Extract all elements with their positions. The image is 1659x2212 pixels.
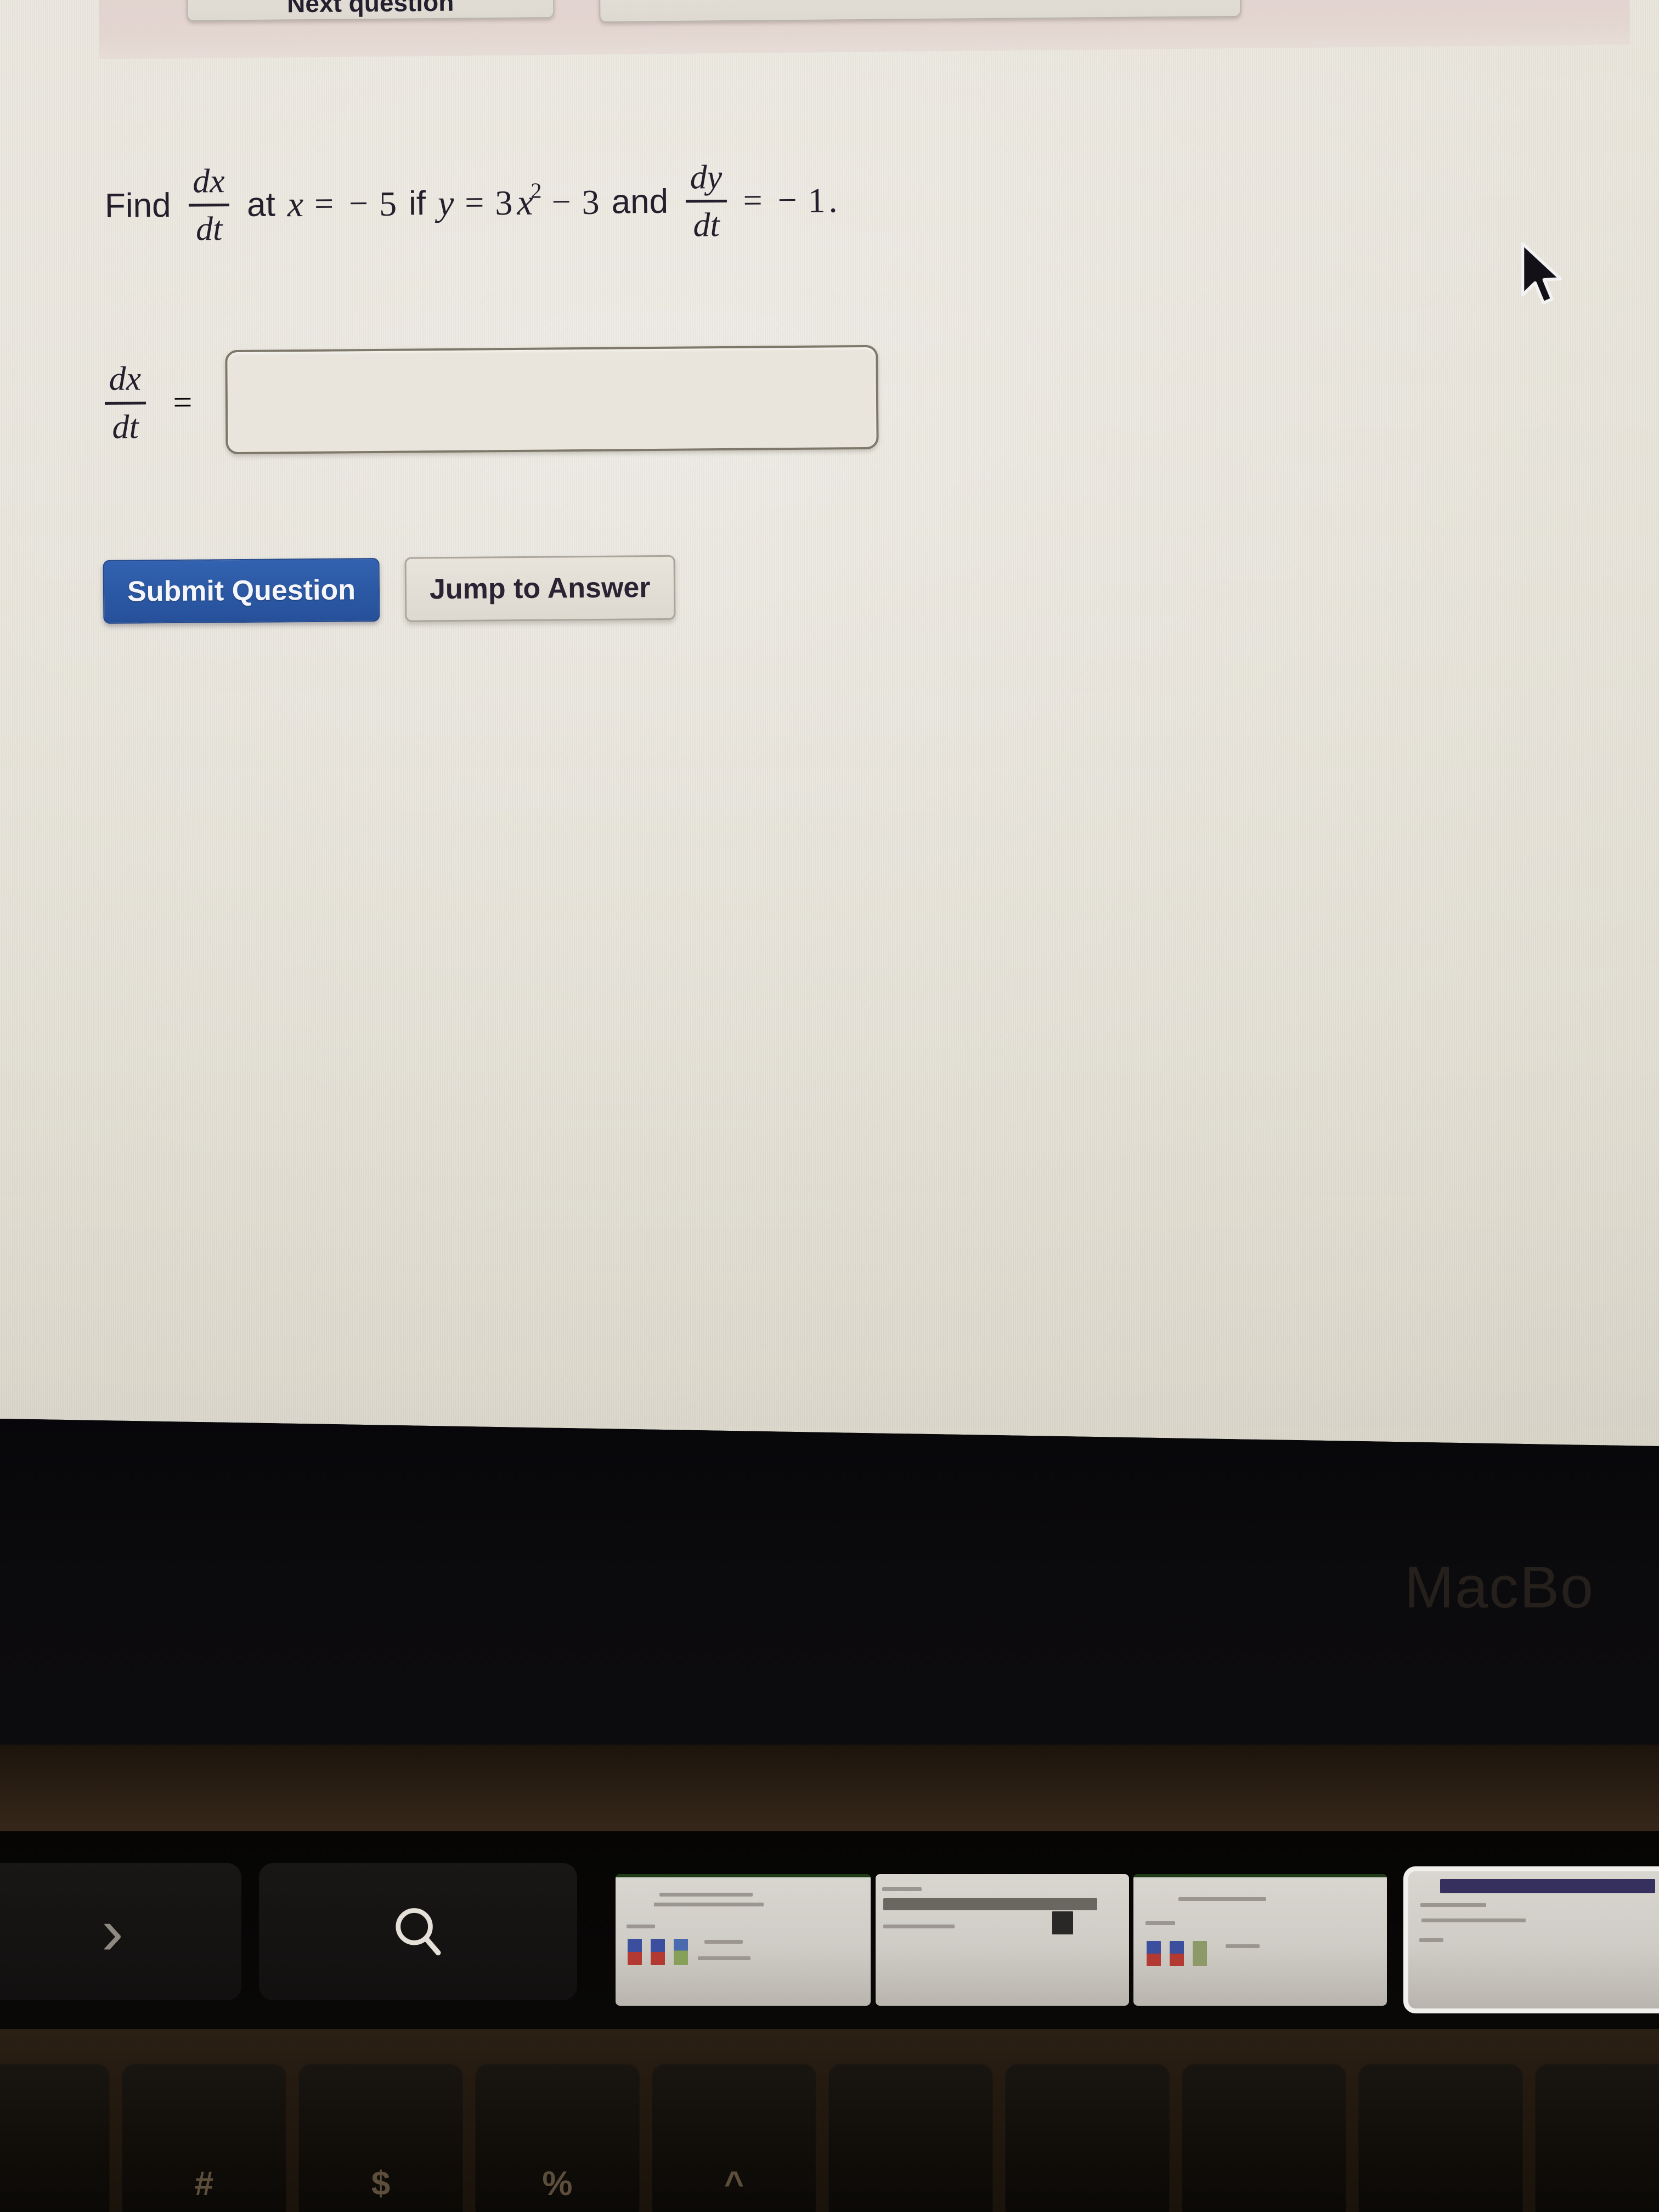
laptop-keyboard[interactable]: # $ % ^ <box>0 2029 1659 2212</box>
key-partial-11[interactable] <box>1535 2063 1659 2212</box>
dy-denominator: dt <box>693 206 720 244</box>
at-label: at <box>246 185 276 224</box>
touchbar-thumbnail[interactable] <box>1133 1874 1387 2006</box>
equals-sign: = <box>314 185 334 223</box>
fraction-numerator: dx <box>192 162 225 200</box>
minus-sign: − <box>348 185 369 223</box>
dy-dt-fraction: dy dt <box>685 159 727 244</box>
answer-row: dx dt = <box>95 345 879 455</box>
question-statement: Find dx dt at x = − 5 if y = 3 x 2 − 3 a… <box>95 159 841 248</box>
answer-input[interactable] <box>224 345 879 455</box>
fraction-denominator: dt <box>195 210 223 249</box>
dy-equals-sign: = <box>743 182 763 220</box>
touchbar-thumbnail[interactable] <box>876 1874 1129 2006</box>
magnifier-glyph <box>396 1908 441 1956</box>
key-partial-7[interactable] <box>828 2063 993 2212</box>
if-label: if <box>408 184 426 223</box>
dy-value: 1 <box>808 180 826 220</box>
coefficient: 3 <box>495 183 513 223</box>
jump-to-answer-label: Jump to Answer <box>429 572 651 606</box>
y-constant: 3 <box>582 182 600 222</box>
y-equals-sign: = <box>465 184 484 222</box>
key-4[interactable]: $ <box>298 2063 463 2212</box>
dy-minus-sign: − <box>777 182 797 219</box>
submit-question-label: Submit Question <box>127 574 356 608</box>
key-3[interactable]: # <box>122 2063 286 2212</box>
answer-dx-dt-fraction: dx dt <box>104 360 146 446</box>
touchbar-thumbnail-active[interactable] <box>1403 1866 1659 2013</box>
thumbnail-accent <box>616 1874 871 1877</box>
search-icon[interactable] <box>259 1863 577 2000</box>
answer-equals-sign: = <box>173 383 193 421</box>
dx-dt-fraction: dx dt <box>188 162 230 249</box>
find-label: Find <box>104 187 171 225</box>
question-content: Find dx dt at x = − 5 if y = 3 x 2 − 3 a… <box>0 0 1659 1426</box>
key-partial-left[interactable] <box>0 2063 110 2212</box>
jump-to-answer-button[interactable]: Jump to Answer <box>404 555 676 622</box>
and-label: and <box>611 183 669 222</box>
key-4-symbol: $ <box>371 2165 391 2203</box>
y-minus-sign: − <box>551 183 571 221</box>
key-3-symbol: # <box>194 2165 214 2203</box>
key-partial-9[interactable] <box>1182 2063 1346 2212</box>
touch-bar[interactable]: › <box>0 1831 1659 2029</box>
thumbnail-accent <box>1133 1874 1387 1877</box>
mouse-pointer-icon <box>1521 242 1562 304</box>
y-exponent: 2 <box>531 178 542 204</box>
key-partial-10[interactable] <box>1358 2063 1523 2212</box>
key-6-symbol: ^ <box>724 2165 744 2203</box>
action-buttons: Submit Question Jump to Answer <box>103 555 676 624</box>
fraction-bar <box>188 204 230 207</box>
variable-x: x <box>287 184 304 225</box>
x-value: 5 <box>379 184 397 223</box>
period: . <box>828 180 838 220</box>
answer-fraction-bar <box>104 401 146 405</box>
dy-fraction-bar <box>686 200 727 204</box>
screenshot-root: Next question Find dx dt at x = − 5 if y… <box>0 0 1659 2212</box>
key-partial-8[interactable] <box>1005 2063 1170 2212</box>
submit-question-button[interactable]: Submit Question <box>103 558 380 624</box>
key-6[interactable]: ^ <box>652 2063 816 2212</box>
answer-fraction-denominator: dt <box>112 408 139 446</box>
variable-y: y <box>437 183 454 224</box>
touchbar-thumbnail[interactable] <box>616 1874 871 2006</box>
dy-numerator: dy <box>690 159 723 196</box>
macbook-brand-text: MacBo <box>1404 1554 1595 1620</box>
key-5[interactable]: % <box>475 2063 640 2212</box>
key-5-symbol: % <box>542 2165 573 2203</box>
answer-fraction-numerator: dx <box>109 360 142 398</box>
chevron-right-icon[interactable]: › <box>0 1863 241 2000</box>
